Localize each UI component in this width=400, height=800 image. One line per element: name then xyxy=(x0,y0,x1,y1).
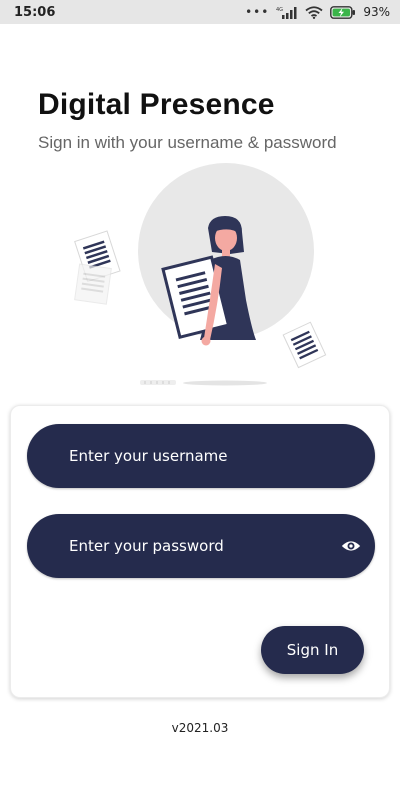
app-title: Digital Presence xyxy=(38,88,275,121)
battery-charging-icon xyxy=(330,5,356,19)
network-type: 4G xyxy=(276,7,283,13)
username-field[interactable] xyxy=(27,424,375,488)
username-input[interactable] xyxy=(69,447,319,465)
password-field[interactable] xyxy=(27,514,375,578)
battery-percent: 93% xyxy=(363,5,390,19)
notification-dots: ••• xyxy=(245,5,270,19)
woman-with-documents-illustration xyxy=(74,163,327,386)
status-time: 15:06 xyxy=(14,4,56,20)
status-bar: 15:06 ••• 4G 93% xyxy=(0,0,400,24)
wifi-icon xyxy=(305,5,323,19)
eye-icon[interactable] xyxy=(341,536,361,556)
status-icons: ••• 4G 93% xyxy=(245,5,390,19)
password-input[interactable] xyxy=(69,537,319,555)
sign-in-button[interactable]: Sign In xyxy=(261,626,364,674)
signal-icon: 4G xyxy=(276,6,297,19)
login-card: Sign In xyxy=(10,405,390,698)
app-version: v2021.03 xyxy=(171,721,229,735)
app-subtitle: Sign in with your username & password xyxy=(38,133,337,152)
